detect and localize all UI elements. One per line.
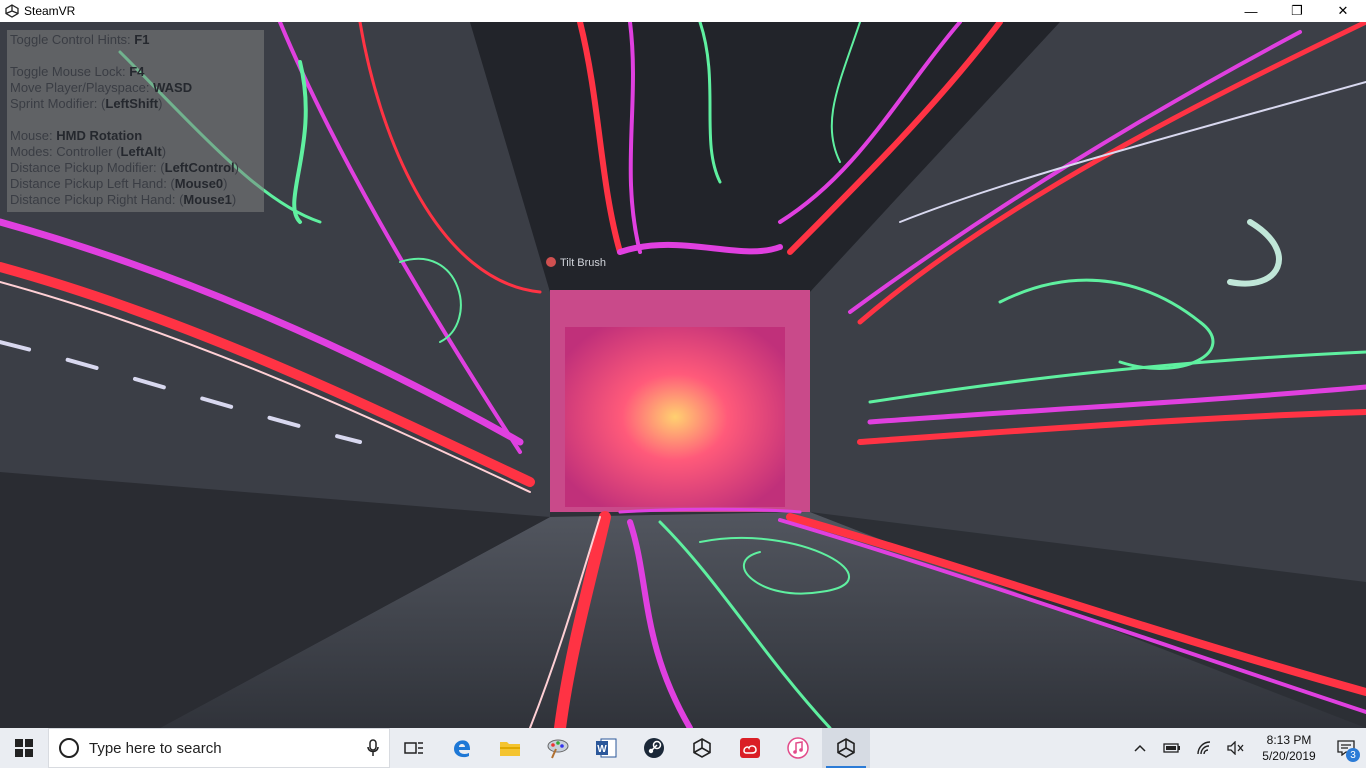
hint-line: Toggle Control Hints: F1: [10, 32, 150, 47]
paint-icon: [547, 739, 569, 759]
word-button[interactable]: W: [582, 728, 630, 768]
hint-line: Distance Pickup Left Hand: (Mouse0): [10, 176, 228, 191]
start-button[interactable]: [0, 728, 48, 768]
tilt-brush-logo: Tilt Brush: [560, 257, 606, 269]
hint-line: Distance Pickup Right Hand: (Mouse1): [10, 192, 237, 207]
clock-time: 8:13 PM: [1266, 733, 1312, 747]
show-hidden-icons-button[interactable]: [1124, 728, 1156, 768]
taskbar: Type here to search W 8:13 PM 5/20/2019 …: [0, 728, 1366, 768]
battery-icon: [1163, 743, 1180, 753]
unity-hub-button[interactable]: [678, 728, 726, 768]
clock[interactable]: 8:13 PM 5/20/2019: [1252, 728, 1326, 768]
edge-button[interactable]: [438, 728, 486, 768]
hint-line: Move Player/Playspace: WASD: [10, 80, 193, 95]
task-view-icon: [404, 742, 423, 754]
itunes-icon: [787, 737, 809, 759]
unity-icon: [837, 738, 855, 758]
network-button[interactable]: [1188, 728, 1220, 768]
volume-button[interactable]: [1220, 728, 1252, 768]
folder-icon: [500, 742, 520, 756]
system-tray: 8:13 PM 5/20/2019 3: [1124, 728, 1366, 768]
unity-icon: [4, 3, 20, 19]
wifi-icon: [1197, 741, 1211, 755]
microphone-icon[interactable]: [367, 739, 379, 757]
hint-line: Sprint Modifier: (LeftShift): [10, 96, 163, 111]
hint-line: Distance Pickup Modifier: (LeftControl): [10, 160, 240, 175]
steam-button[interactable]: [630, 728, 678, 768]
unity-icon: [693, 738, 711, 758]
taskbar-search[interactable]: Type here to search: [48, 728, 390, 768]
clock-date: 5/20/2019: [1262, 749, 1316, 763]
creative-cloud-button[interactable]: [726, 728, 774, 768]
title-bar: SteamVR — ❐ ✕: [0, 0, 1366, 22]
volume-muted-icon: [1227, 741, 1244, 755]
window-title: SteamVR: [24, 4, 76, 18]
chevron-up-icon: [1134, 744, 1146, 752]
windows-icon: [15, 739, 33, 757]
paint-app-button[interactable]: [534, 728, 582, 768]
steam-icon: [644, 738, 664, 758]
hint-line: Toggle Mouse Lock: F4: [10, 64, 145, 79]
edge-icon: [454, 740, 470, 758]
svg-text:W: W: [597, 744, 607, 755]
close-button[interactable]: ✕: [1320, 0, 1366, 22]
hint-line: Modes: Controller (LeftAlt): [10, 144, 167, 159]
battery-button[interactable]: [1156, 728, 1188, 768]
hint-line: Mouse: HMD Rotation: [10, 128, 143, 143]
unity-editor-button[interactable]: [822, 728, 870, 768]
search-placeholder[interactable]: Type here to search: [89, 740, 367, 757]
action-center-button[interactable]: 3: [1326, 728, 1366, 768]
vr-viewport[interactable]: Tilt Brush Toggle Control Hints: F1 Togg…: [0, 22, 1366, 728]
maximize-button[interactable]: ❐: [1274, 0, 1320, 22]
itunes-button[interactable]: [774, 728, 822, 768]
file-explorer-button[interactable]: [486, 728, 534, 768]
cortana-icon: [59, 738, 79, 758]
creative-cloud-icon: [740, 738, 760, 758]
word-icon: W: [596, 738, 617, 758]
task-view-button[interactable]: [390, 728, 438, 768]
notification-badge: 3: [1346, 748, 1360, 762]
minimize-button[interactable]: —: [1228, 0, 1274, 22]
control-hints-panel: Toggle Control Hints: F1 Toggle Mouse Lo…: [7, 30, 264, 212]
